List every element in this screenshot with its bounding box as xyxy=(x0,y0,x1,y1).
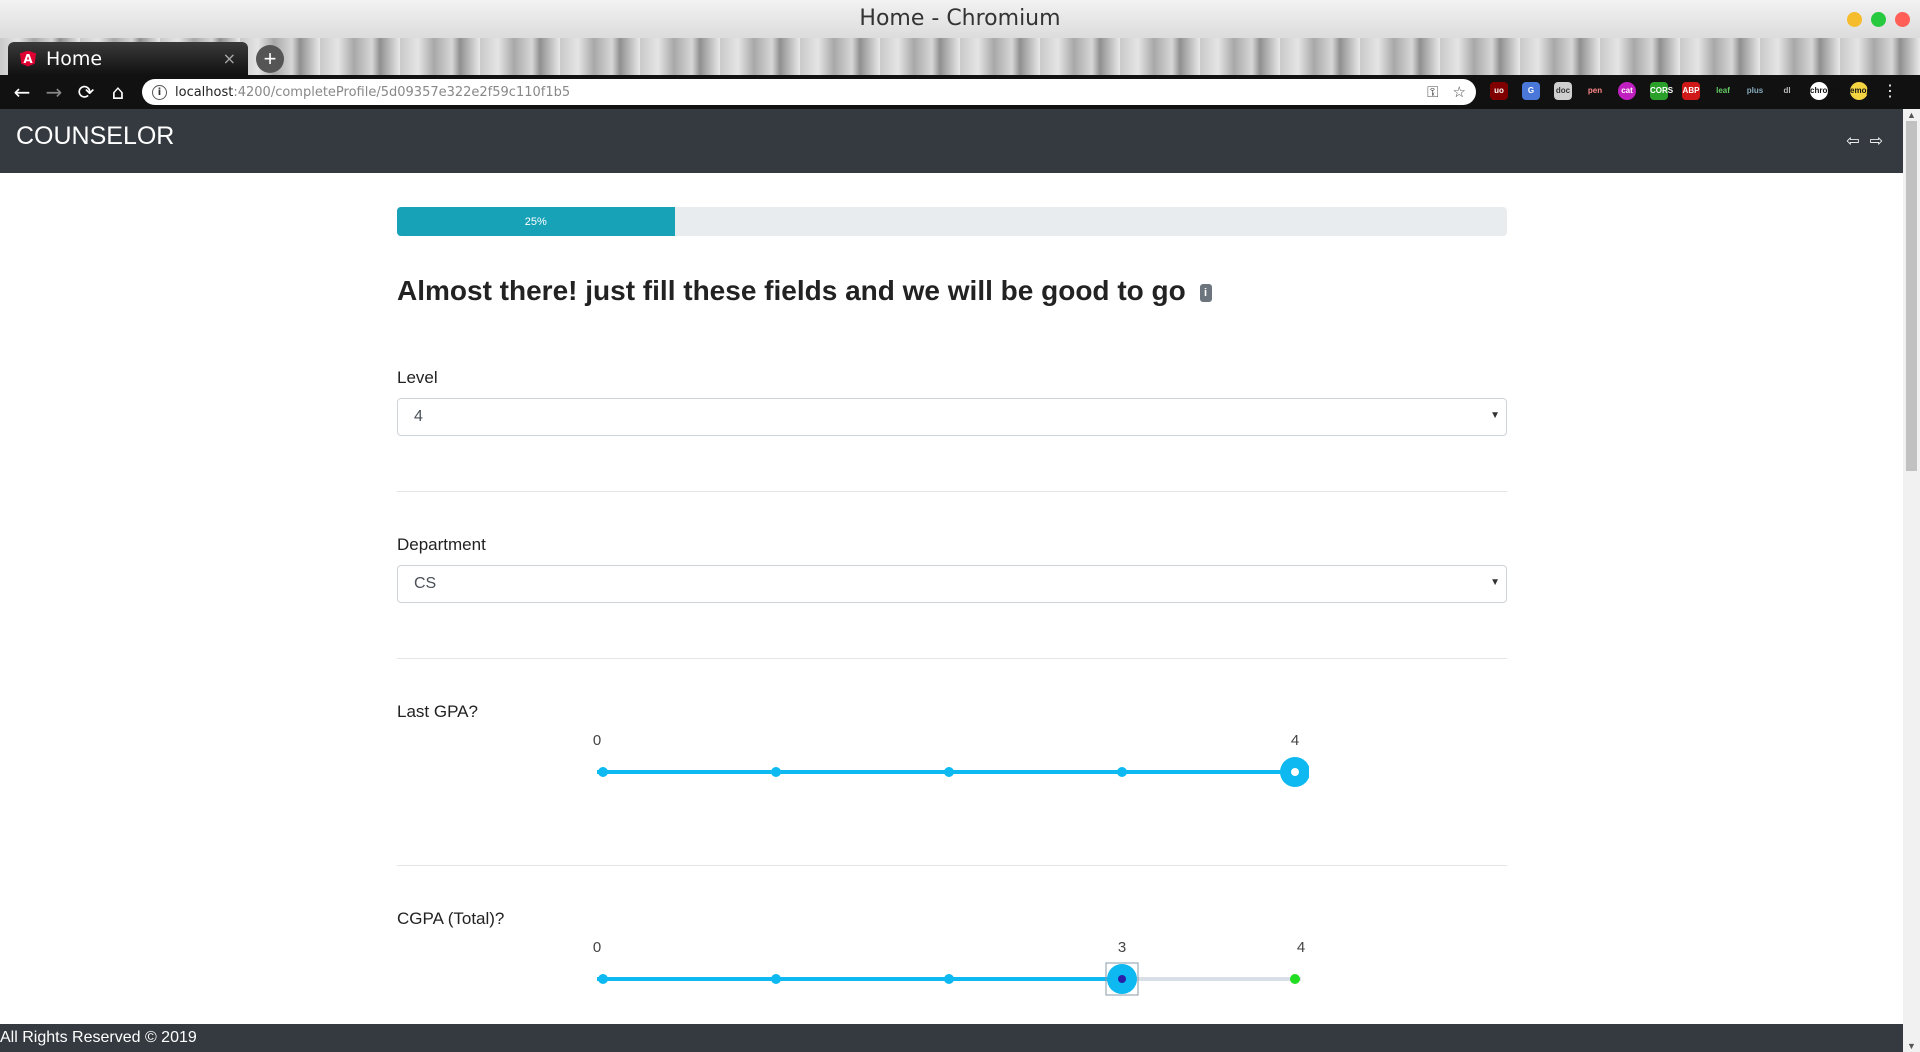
page-scrollbar[interactable]: ▲ ▼ xyxy=(1903,109,1920,1052)
slider-min-label: 0 xyxy=(592,939,602,956)
divider xyxy=(397,865,1507,866)
adblock-extension-icon[interactable]: ABP xyxy=(1682,82,1700,100)
url-path: :4200/completeProfile/5d09357e322e2f59c1… xyxy=(233,84,571,100)
slider-tick xyxy=(944,767,954,777)
cgpa-label: CGPA (Total)? xyxy=(397,909,505,928)
extensions-bar: uo G doc pen cat CORS ABP leaf plus dl c… xyxy=(1490,81,1898,101)
tab-close-icon[interactable]: × xyxy=(223,49,236,68)
emoji-extension-icon[interactable]: emoji xyxy=(1850,82,1871,100)
page-heading: Almost there! just fill these fields and… xyxy=(397,275,1212,307)
scroll-up-icon[interactable]: ▲ xyxy=(1907,110,1916,120)
ublock-extension-icon[interactable]: uo xyxy=(1490,82,1508,100)
slider-tick xyxy=(771,974,781,984)
chevron-down-icon: ▼ xyxy=(1490,410,1500,421)
cgpa-slider[interactable]: 0 3 4 xyxy=(589,933,1309,1003)
level-label: Level xyxy=(397,368,438,387)
info-badge-icon[interactable]: i xyxy=(1199,283,1212,302)
forward-icon[interactable]: → xyxy=(38,80,70,104)
window-titlebar: Home - Chromium xyxy=(0,0,1920,38)
window-controls xyxy=(1847,12,1910,27)
reload-icon[interactable]: ⟳ xyxy=(70,80,102,104)
close-window-button[interactable] xyxy=(1895,12,1910,27)
divider xyxy=(397,658,1507,659)
window-title: Home - Chromium xyxy=(859,6,1061,31)
slider-tick xyxy=(598,974,608,984)
chevron-down-icon: ▼ xyxy=(1490,577,1500,588)
department-select-value: CS xyxy=(414,575,437,592)
slider-tick xyxy=(771,767,781,777)
key-icon[interactable]: ⚿ xyxy=(1427,83,1438,101)
slider-min-label: 0 xyxy=(592,732,602,749)
last-gpa-label: Last GPA? xyxy=(397,702,478,721)
navbar-actions: ⇦ ⇨ xyxy=(1846,131,1883,151)
cors-extension-icon[interactable]: CORS xyxy=(1650,82,1673,100)
browser-menu-icon[interactable]: ⋮ xyxy=(1882,81,1898,101)
brand-logo[interactable]: COUNSELOR xyxy=(16,122,174,151)
pen-extension-icon[interactable]: pen xyxy=(1586,82,1604,100)
progress-label: 25% xyxy=(524,215,547,228)
minimize-button[interactable] xyxy=(1847,12,1862,27)
heading-text: Almost there! just fill these fields and… xyxy=(397,275,1186,306)
site-info-icon[interactable]: i xyxy=(152,84,167,100)
docs-extension-icon[interactable]: doc xyxy=(1554,82,1572,100)
slider-handle-center xyxy=(1118,975,1126,983)
slider-handle-center xyxy=(1291,768,1299,776)
progress-bar: 25% xyxy=(397,207,1507,236)
sign-in-icon[interactable]: ⇨ xyxy=(1870,131,1883,151)
slider-tick xyxy=(1117,767,1127,777)
last-gpa-slider[interactable]: 04 xyxy=(589,726,1309,796)
cgpa-slider-graphic[interactable] xyxy=(589,933,1309,1003)
level-select-value: 4 xyxy=(414,408,423,425)
footer-text: All Rights Reserved © 2019 xyxy=(0,1029,197,1046)
chrome-extension-icon[interactable]: chrome xyxy=(1810,82,1839,100)
plus-extension-icon[interactable]: plus xyxy=(1746,82,1764,100)
new-tab-button[interactable]: + xyxy=(256,45,284,73)
scroll-down-icon[interactable]: ▼ xyxy=(1907,1041,1916,1051)
slider-tick xyxy=(1290,974,1300,984)
bookmark-star-icon[interactable]: ☆ xyxy=(1453,83,1466,101)
translate-extension-icon[interactable]: G xyxy=(1522,82,1540,100)
home-icon[interactable]: ⌂ xyxy=(102,80,134,104)
url-host: localhost xyxy=(175,84,234,100)
tab-title: Home xyxy=(46,47,103,70)
department-label: Department xyxy=(397,535,486,554)
level-select[interactable]: 4 ▼ xyxy=(397,398,1507,436)
back-icon[interactable]: ← xyxy=(6,80,38,104)
slider-max-label: 4 xyxy=(1296,939,1306,956)
department-select[interactable]: CS ▼ xyxy=(397,565,1507,603)
download-extension-icon[interactable]: dl xyxy=(1778,82,1796,100)
progress-fill: 25% xyxy=(397,207,675,236)
angular-favicon-icon: A xyxy=(20,50,36,67)
divider xyxy=(397,491,1507,492)
maximize-button[interactable] xyxy=(1871,12,1886,27)
page-footer: All Rights Reserved © 2019 xyxy=(0,1024,1903,1052)
sign-out-icon[interactable]: ⇦ xyxy=(1846,131,1859,151)
slider-tick xyxy=(598,767,608,777)
cat-extension-icon[interactable]: cat xyxy=(1618,82,1636,100)
leaf-extension-icon[interactable]: leaf xyxy=(1714,82,1732,100)
scroll-thumb[interactable] xyxy=(1906,121,1917,471)
app-navbar: COUNSELOR ⇦ ⇨ xyxy=(0,109,1903,173)
slider-value-label: 3 xyxy=(1117,939,1127,956)
address-bar[interactable]: i localhost:4200/completeProfile/5d09357… xyxy=(142,79,1476,105)
browser-toolbar: ← → ⟳ ⌂ i localhost:4200/completeProfile… xyxy=(0,75,1920,109)
last-gpa-slider-graphic[interactable] xyxy=(589,726,1309,796)
slider-value-label: 4 xyxy=(1290,732,1300,749)
tab-strip: A Home × + xyxy=(0,38,1920,75)
browser-tab-home[interactable]: A Home × xyxy=(8,42,248,75)
slider-tick xyxy=(944,974,954,984)
